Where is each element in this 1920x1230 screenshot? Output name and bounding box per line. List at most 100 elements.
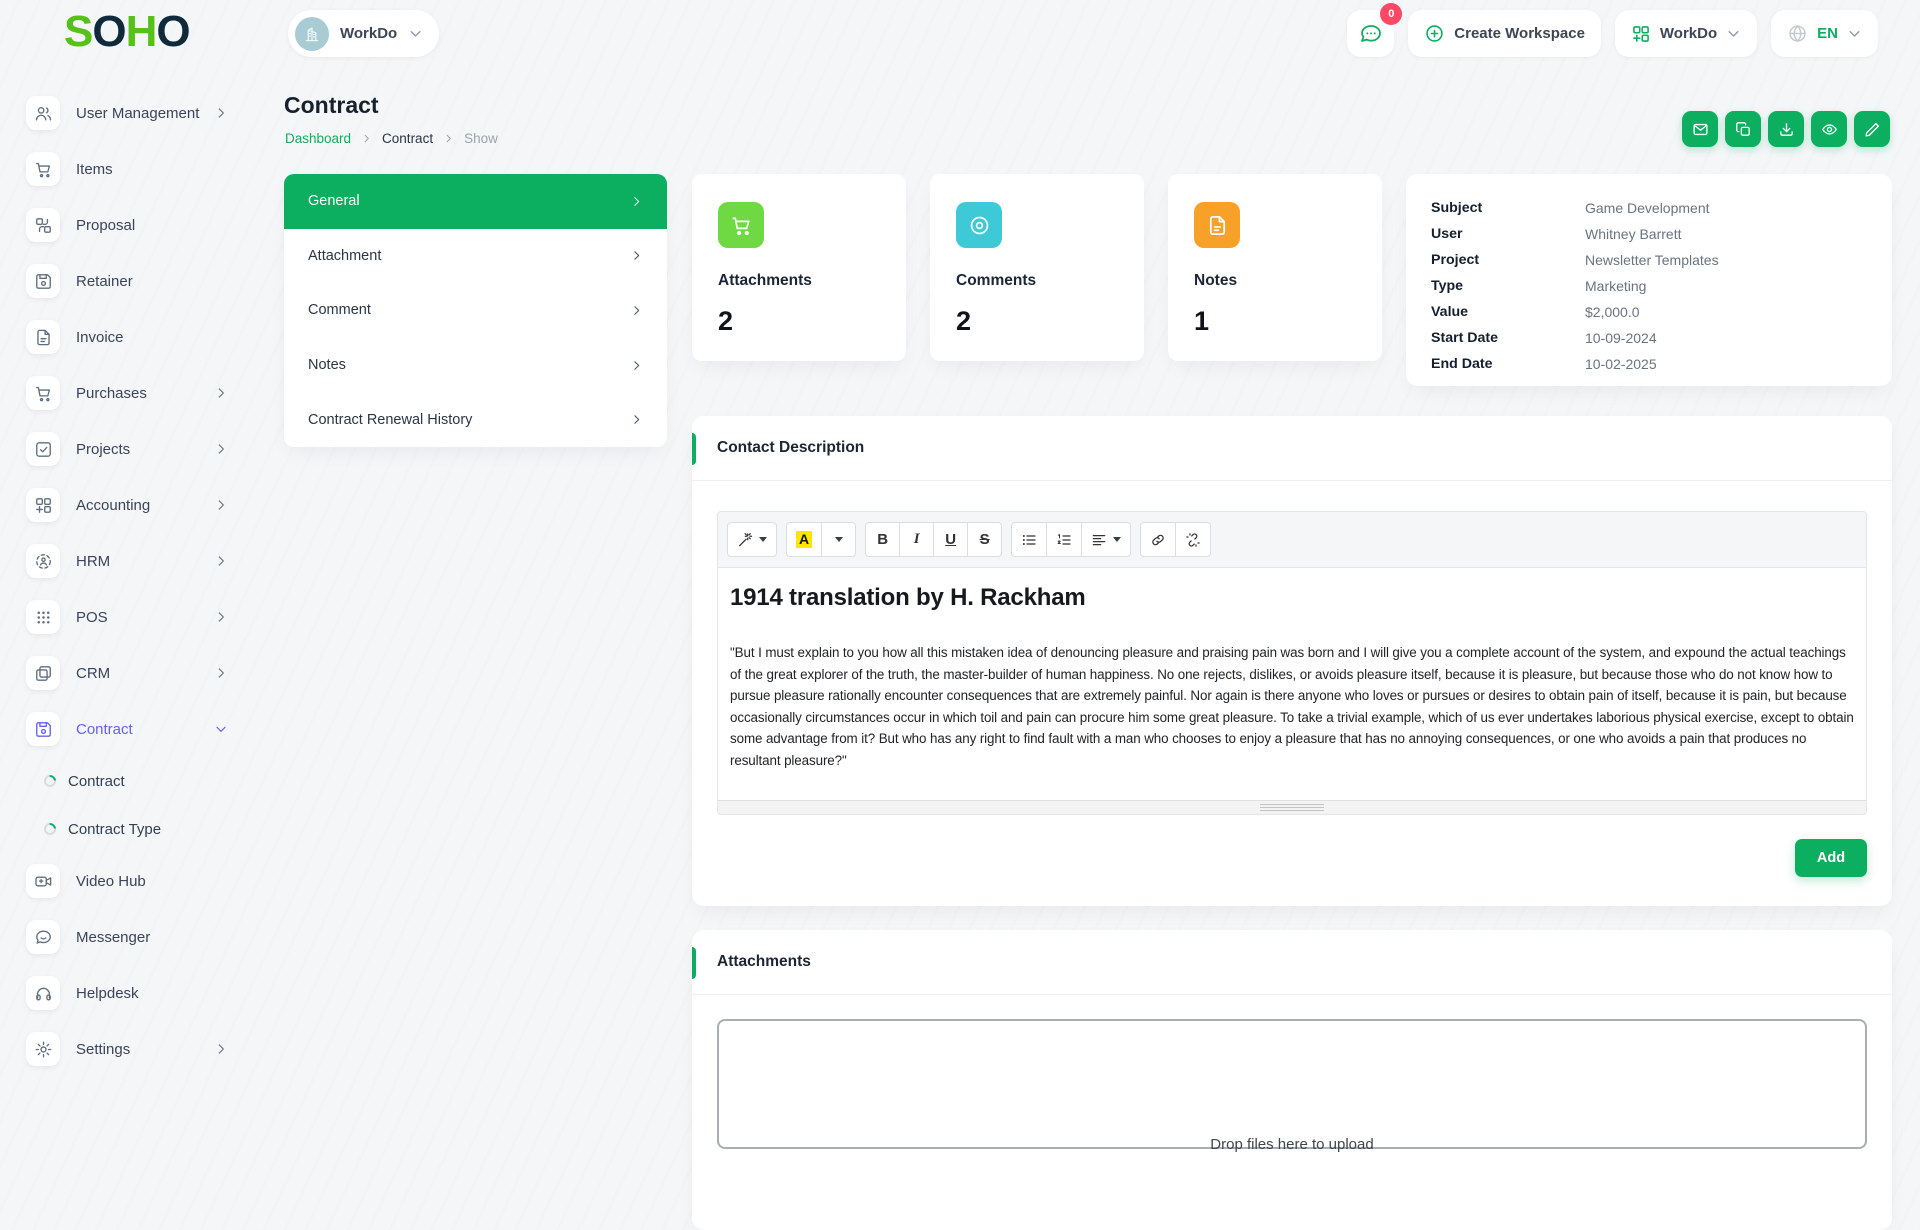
mail-button[interactable] xyxy=(1682,111,1718,147)
list-ul-icon xyxy=(1021,532,1037,548)
tab-general[interactable]: General xyxy=(284,174,667,229)
chevron-right-icon xyxy=(630,359,643,372)
list-ol-icon xyxy=(1056,532,1072,548)
chevron-right-icon xyxy=(630,249,643,262)
sidebar-item-contract[interactable]: Contract xyxy=(0,701,258,757)
detail-label-project: Project xyxy=(1431,252,1480,268)
sidebar-item-settings[interactable]: Settings xyxy=(0,1021,258,1077)
panel-header: Contact Description xyxy=(692,416,1892,481)
sidebar-item-purchases[interactable]: Purchases xyxy=(0,365,258,421)
detail-value-project: Newsletter Templates xyxy=(1585,252,1719,268)
brand-logo[interactable]: SOHO xyxy=(64,7,191,56)
sidebar-item-messenger[interactable]: Messenger xyxy=(0,909,258,965)
eye-icon xyxy=(1821,121,1838,138)
check-square-icon xyxy=(26,432,60,466)
underline-icon: U xyxy=(945,531,957,548)
chevron-right-icon xyxy=(361,133,372,144)
toolbar-group xyxy=(1140,522,1212,557)
align-icon xyxy=(1091,532,1122,548)
stat-label: Notes xyxy=(1194,272,1238,289)
sidebar-item-invoice[interactable]: Invoice xyxy=(0,309,258,365)
sidebar-item-user-management[interactable]: User Management xyxy=(0,85,258,141)
edit-button[interactable] xyxy=(1854,111,1890,147)
breadcrumb-dashboard[interactable]: Dashboard xyxy=(285,131,351,146)
file-dropzone[interactable]: Drop files here to upload xyxy=(717,1019,1867,1153)
duplicate-button[interactable] xyxy=(1725,111,1761,147)
sidebar-item-helpdesk[interactable]: Helpdesk xyxy=(0,965,258,1021)
cart-icon xyxy=(26,152,60,186)
preview-button[interactable] xyxy=(1811,111,1847,147)
sidebar-subitem-contract-type[interactable]: Contract Type xyxy=(0,805,258,853)
strikethrough-button[interactable]: S xyxy=(967,522,1003,557)
tab-notes[interactable]: Notes xyxy=(284,338,667,393)
list-ol-button[interactable] xyxy=(1046,522,1083,557)
sidebar-item-projects[interactable]: Projects xyxy=(0,421,258,477)
spinner-icon xyxy=(41,820,59,838)
font-color-button[interactable]: A xyxy=(786,522,823,557)
stat-value: 2 xyxy=(718,306,734,336)
chevron-right-icon xyxy=(214,610,228,624)
video-icon xyxy=(26,864,60,898)
align-button[interactable] xyxy=(1081,522,1132,557)
page-title: Contract xyxy=(284,92,379,118)
chevron-right-icon xyxy=(214,386,228,400)
bold-button[interactable]: B xyxy=(865,522,901,557)
workspace-switcher[interactable]: WorkDo xyxy=(288,10,440,57)
font-color-caret-button[interactable] xyxy=(821,522,857,557)
detail-value-start-date: 10-09-2024 xyxy=(1585,330,1657,346)
tab-attachment[interactable]: Attachment xyxy=(284,229,667,284)
breadcrumb-show: Show xyxy=(464,131,498,146)
tab-contract-renewal-history[interactable]: Contract Renewal History xyxy=(284,392,667,447)
chevron-down-icon xyxy=(1847,26,1862,41)
tab-comment[interactable]: Comment xyxy=(284,283,667,338)
italic-icon: I xyxy=(913,531,920,547)
logo-letter: H xyxy=(125,7,158,56)
language-menu-button[interactable]: EN xyxy=(1771,10,1878,57)
sidebar-subitem-contract[interactable]: Contract xyxy=(0,757,258,805)
workspace-name: WorkDo xyxy=(340,25,398,42)
chevron-right-icon xyxy=(214,442,228,456)
sidebar-item-pos[interactable]: POS xyxy=(0,589,258,645)
chat-badge: 0 xyxy=(1380,3,1403,25)
detail-label-type: Type xyxy=(1431,278,1464,294)
link-button[interactable] xyxy=(1140,522,1177,557)
stat-card-notes: Notes 1 xyxy=(1168,174,1382,361)
download-icon xyxy=(1778,121,1795,138)
stat-eye-icon xyxy=(956,202,1002,248)
detail-label-subject: Subject xyxy=(1431,200,1483,216)
create-workspace-button[interactable]: Create Workspace xyxy=(1408,10,1601,57)
underline-button[interactable]: U xyxy=(933,522,969,557)
sidebar-item-crm[interactable]: CRM xyxy=(0,645,258,701)
sidebar-item-retainer[interactable]: Retainer xyxy=(0,253,258,309)
unlink-button[interactable] xyxy=(1175,522,1212,557)
sidebar-item-hrm[interactable]: HRM xyxy=(0,533,258,589)
save-icon xyxy=(26,712,60,746)
editor-heading: 1914 translation by H. Rackham xyxy=(730,584,1086,611)
magic-button[interactable] xyxy=(727,522,777,557)
swap-icon xyxy=(26,208,60,242)
chevron-down-icon xyxy=(408,26,423,41)
chevron-down-icon xyxy=(214,722,228,736)
italic-button[interactable]: I xyxy=(899,522,935,557)
stats-row: Attachments 2 Comments 2 Notes 1 xyxy=(692,174,1382,361)
list-ul-button[interactable] xyxy=(1011,522,1048,557)
add-button[interactable]: Add xyxy=(1795,839,1867,877)
apps-menu-button[interactable]: WorkDo xyxy=(1614,10,1758,57)
logo-letter: S xyxy=(64,7,93,56)
editor-content[interactable]: 1914 translation by H. Rackham "But I mu… xyxy=(718,568,1866,800)
messenger-button[interactable]: 0 xyxy=(1347,3,1403,57)
mail-icon xyxy=(1692,121,1709,138)
toolbar-group: BI US xyxy=(865,522,1003,557)
sidebar-item-items[interactable]: Items xyxy=(0,141,258,197)
download-button[interactable] xyxy=(1768,111,1804,147)
page-actions xyxy=(1682,111,1890,147)
sidebar-item-accounting[interactable]: Accounting xyxy=(0,477,258,533)
detail-grid: Subject Game Development User Whitney Barre… xyxy=(1431,195,1867,377)
detail-label-value: Value xyxy=(1431,304,1469,320)
contact-description-title: Contact Description xyxy=(717,439,865,456)
sidebar-item-video-hub[interactable]: Video Hub xyxy=(0,853,258,909)
sidebar-item-proposal[interactable]: Proposal xyxy=(0,197,258,253)
crm-icon xyxy=(26,656,60,690)
editor-resize-handle[interactable] xyxy=(1260,804,1324,811)
attachments-title: Attachments xyxy=(717,953,811,970)
